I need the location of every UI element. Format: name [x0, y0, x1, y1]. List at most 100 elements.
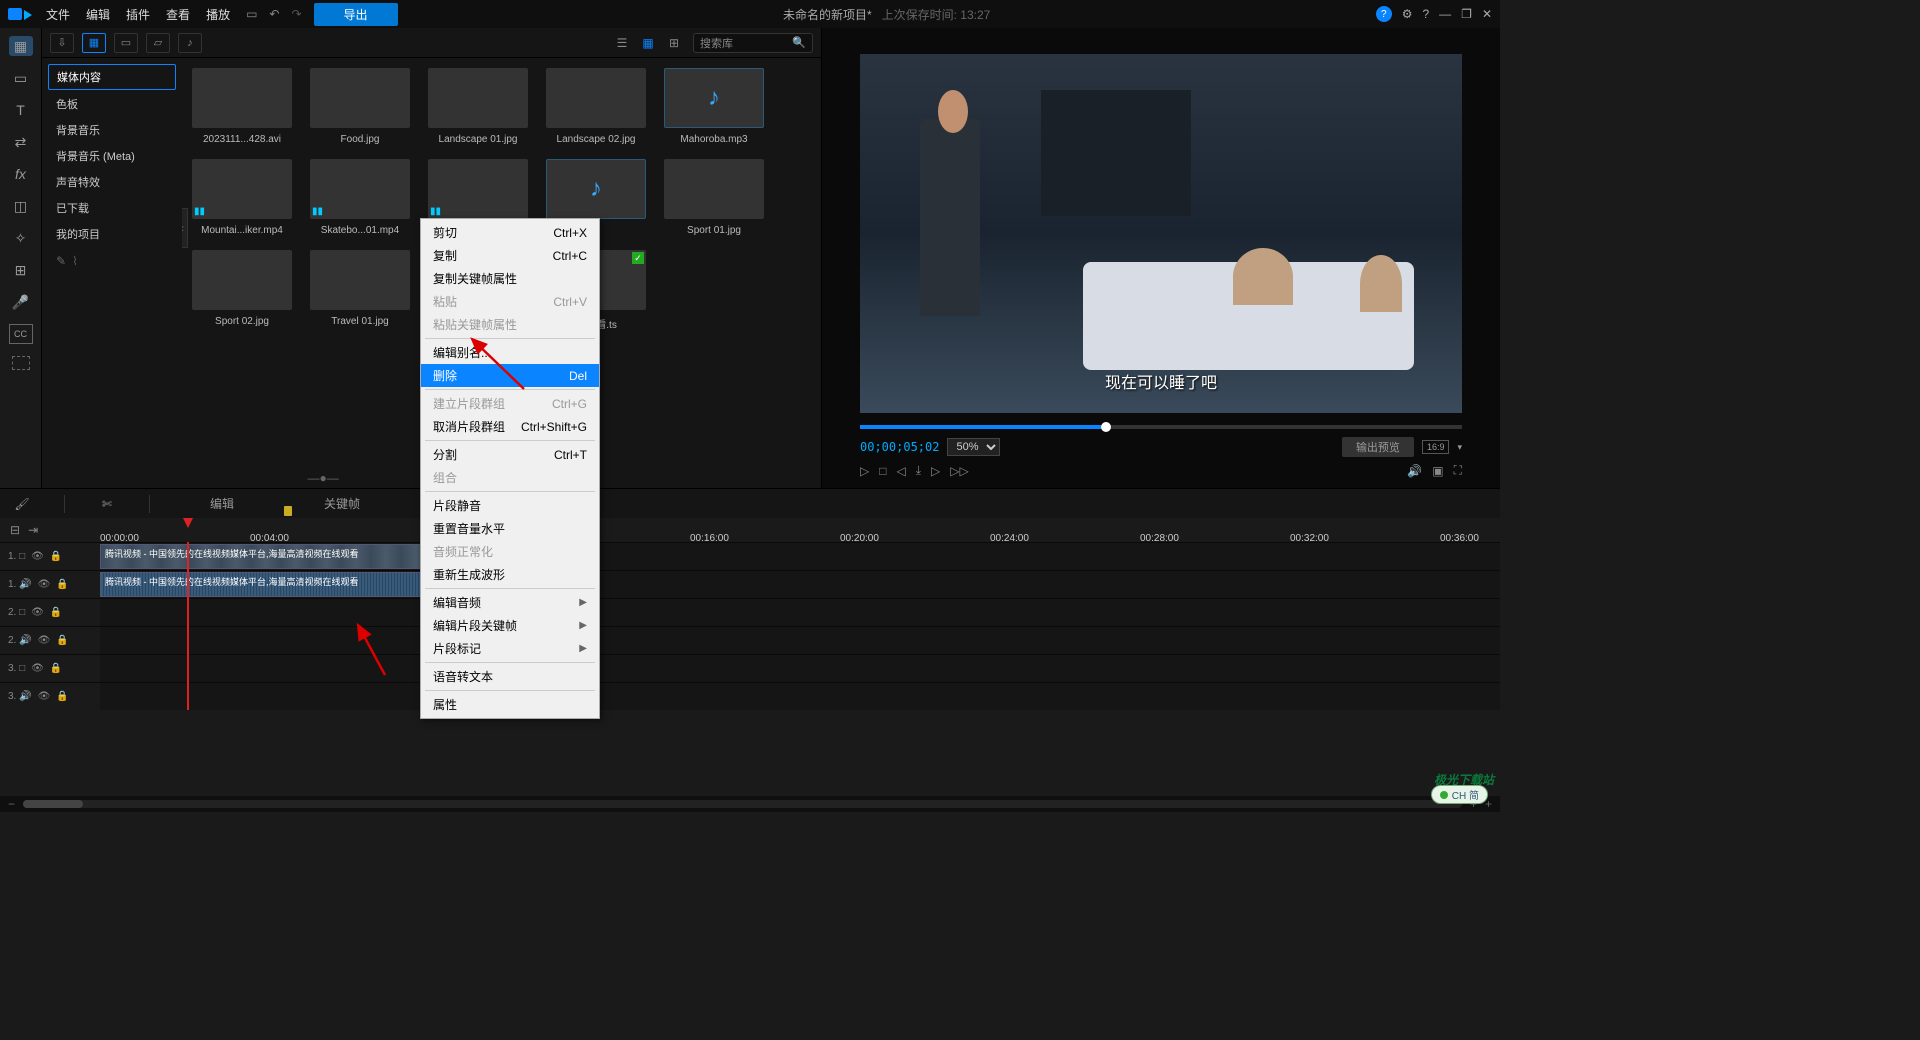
menu-edit[interactable]: 编辑 — [86, 6, 110, 23]
context-menu-item[interactable]: 重置音量水平 — [421, 517, 599, 540]
undo-icon[interactable]: ↶ — [269, 7, 279, 21]
media-thumb[interactable]: Landscape 02.jpg — [546, 68, 646, 145]
next-frame-icon[interactable]: ▷ — [931, 464, 940, 478]
help-badge-icon[interactable]: ? — [1376, 6, 1392, 22]
maximize-icon[interactable]: ❐ — [1461, 7, 1472, 21]
context-menu-item[interactable]: 编辑片段关键帧▶ — [421, 614, 599, 637]
caption-tool-icon[interactable]: CC — [9, 324, 33, 344]
timeline-marker-icon[interactable] — [284, 506, 292, 516]
context-menu-item[interactable]: 复制关键帧属性 — [421, 267, 599, 290]
media-thumb[interactable]: ▮▮Skatebo...01.mp4 — [310, 159, 410, 236]
preview-progress[interactable] — [860, 425, 1462, 429]
sidebar-item-bgm[interactable]: 背景音乐 — [48, 118, 176, 142]
sidebar-item-downloaded[interactable]: 已下载 — [48, 196, 176, 220]
sidebar-item-media[interactable]: 媒体内容 — [48, 64, 176, 90]
pen-icon[interactable]: ✎ — [56, 254, 66, 268]
context-menu-item[interactable]: 属性 — [421, 693, 599, 716]
eye-icon[interactable]: 👁 — [38, 635, 51, 646]
snapshot-icon[interactable]: ⤓ — [916, 463, 921, 478]
prev-frame-icon[interactable]: ◁ — [896, 464, 905, 478]
menu-view[interactable]: 查看 — [166, 6, 190, 23]
overlay-tool-icon[interactable]: ◫ — [9, 196, 33, 216]
brush-icon[interactable]: 🖌 — [10, 497, 34, 511]
context-menu-item[interactable]: 取消片段群组Ctrl+Shift+G — [421, 415, 599, 438]
fast-forward-icon[interactable]: ▷▷ — [950, 464, 968, 478]
fullscreen-icon[interactable]: ⛶ — [1454, 463, 1462, 478]
text-tool-icon[interactable]: T — [9, 100, 33, 120]
eye-icon[interactable]: 👁 — [31, 663, 44, 674]
sidebar-item-myproject[interactable]: 我的项目 — [48, 222, 176, 246]
particle-tool-icon[interactable]: ✧ — [9, 228, 33, 248]
video-filter-icon[interactable]: ▭ — [114, 33, 138, 53]
tab-edit[interactable]: 编辑 — [180, 495, 264, 512]
media-thumb[interactable]: Landscape 01.jpg — [428, 68, 528, 145]
layout-icon[interactable]: ▭ — [246, 7, 257, 21]
menu-plugins[interactable]: 插件 — [126, 6, 150, 23]
play-icon[interactable]: ▷ — [860, 464, 869, 478]
eye-icon[interactable]: 👁 — [38, 691, 51, 702]
context-menu-item[interactable]: 编辑别名... — [421, 341, 599, 364]
settings-icon[interactable]: ⚙ — [1402, 7, 1413, 21]
export-button[interactable]: 导出 — [314, 3, 398, 26]
timeline-fit-icon[interactable]: ⊟ — [10, 523, 20, 537]
menu-play[interactable]: 播放 — [206, 6, 230, 23]
large-grid-icon[interactable]: ⊞ — [663, 34, 685, 52]
transition-tool-icon[interactable]: ⇄ — [9, 132, 33, 152]
help-icon[interactable]: ? — [1422, 7, 1429, 21]
sidebar-item-bgm-meta[interactable]: 背景音乐 (Meta) — [48, 144, 176, 168]
context-menu-item[interactable]: 分割Ctrl+T — [421, 443, 599, 466]
lock-icon[interactable]: 🔒 — [50, 663, 62, 674]
audio-filter-icon[interactable]: ♪ — [178, 33, 202, 53]
tab-keyframe[interactable]: 关键帧 — [294, 495, 390, 512]
list-view-icon[interactable]: ☰ — [611, 34, 633, 52]
template-tool-icon[interactable]: ⊞ — [9, 260, 33, 280]
grid-view-icon[interactable]: ▦ — [637, 34, 659, 52]
aspect-dropdown-icon[interactable]: ▾ — [1457, 442, 1462, 453]
mic-tool-icon[interactable]: 🎤 — [9, 292, 33, 312]
context-menu-item[interactable]: 删除Del — [421, 364, 599, 387]
context-menu-item[interactable]: 复制Ctrl+C — [421, 244, 599, 267]
menu-file[interactable]: 文件 — [46, 6, 70, 23]
eye-icon[interactable]: 👁 — [31, 551, 44, 562]
media-thumb[interactable]: Food.jpg — [310, 68, 410, 145]
snapshot2-icon[interactable]: ▣ — [1432, 464, 1443, 478]
media-thumb[interactable]: ▮▮Mountai...iker.mp4 — [192, 159, 292, 236]
horizontal-scrollbar[interactable] — [23, 800, 1462, 808]
eye-icon[interactable]: 👁 — [31, 607, 44, 618]
eye-icon[interactable]: 👁 — [38, 579, 51, 590]
collapse-sidebar-icon[interactable]: ‹ — [182, 208, 188, 248]
zoom-select[interactable]: 50% — [947, 438, 1000, 456]
context-menu-item[interactable]: 编辑音频▶ — [421, 591, 599, 614]
media-thumb[interactable]: Sport 02.jpg — [192, 250, 292, 331]
redo-icon[interactable]: ↷ — [291, 7, 301, 21]
media-thumb[interactable]: Sport 01.jpg — [664, 159, 764, 236]
slider-handle-icon[interactable]: —●— — [308, 471, 339, 485]
lock-icon[interactable]: 🔒 — [50, 551, 62, 562]
lock-icon[interactable]: 🔒 — [56, 635, 68, 646]
context-menu-item[interactable]: 片段标记▶ — [421, 637, 599, 660]
sidebar-item-colorboard[interactable]: 色板 — [48, 92, 176, 116]
import-icon[interactable]: ⇩ — [50, 33, 74, 53]
lasso-icon[interactable]: ⌇ — [72, 254, 78, 268]
cut-icon[interactable]: ✄ — [95, 497, 119, 511]
image-tool-icon[interactable]: ▭ — [9, 68, 33, 88]
media-filter-icon[interactable]: ▦ — [82, 33, 106, 53]
playhead[interactable] — [187, 542, 189, 710]
sidebar-item-sfx[interactable]: 声音特效 — [48, 170, 176, 194]
chapter-tool-icon[interactable] — [12, 356, 30, 370]
context-menu-item[interactable]: 片段静音 — [421, 494, 599, 517]
image-filter-icon[interactable]: ▱ — [146, 33, 170, 53]
lock-icon[interactable]: 🔒 — [50, 607, 62, 618]
minimize-icon[interactable]: — — [1439, 7, 1451, 21]
output-preview-button[interactable]: 输出预览 — [1342, 437, 1414, 457]
context-menu-item[interactable]: 语音转文本 — [421, 665, 599, 688]
context-menu-item[interactable]: 重新生成波形 — [421, 563, 599, 586]
close-icon[interactable]: ✕ — [1482, 7, 1492, 21]
search-input[interactable]: 搜索库 🔍 — [693, 33, 813, 53]
progress-handle-icon[interactable] — [1101, 422, 1111, 432]
media-thumb[interactable]: ♪Mahoroba.mp3 — [664, 68, 764, 145]
media-thumb[interactable]: 2023111...428.avi — [192, 68, 292, 145]
aspect-badge[interactable]: 16:9 — [1422, 440, 1450, 454]
volume-icon[interactable]: 🔊 — [1407, 464, 1422, 478]
context-menu-item[interactable]: 剪切Ctrl+X — [421, 221, 599, 244]
